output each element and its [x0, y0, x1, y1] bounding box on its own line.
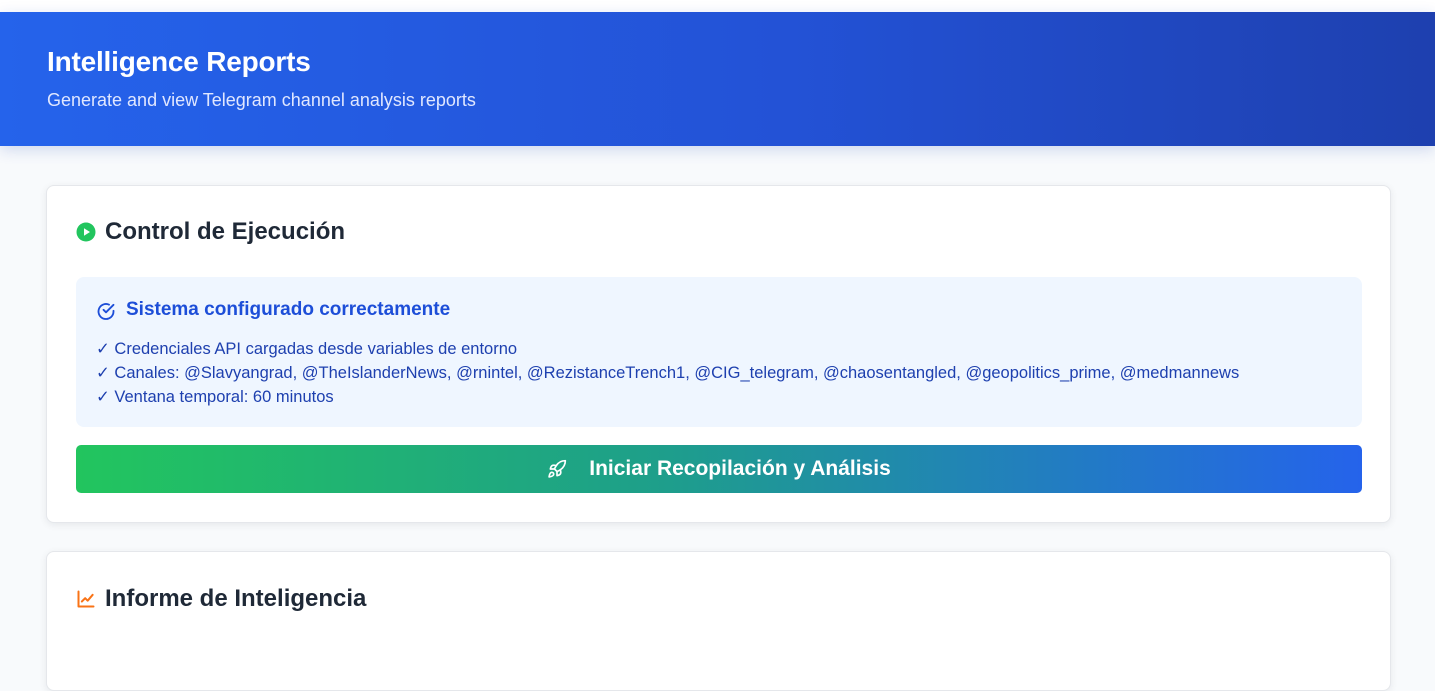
execution-control-title: Control de Ejecución: [105, 218, 346, 245]
page-title: Intelligence Reports: [47, 46, 311, 77]
execution-control-heading: Control de Ejecución: [76, 218, 345, 246]
top-strip: [0, 0, 1435, 12]
intelligence-report-card: Informe de Inteligencia: [46, 551, 1391, 691]
configuration-status-heading: Sistema configurado correctamente: [96, 297, 1362, 323]
intelligence-report-title: Informe de Inteligencia: [105, 585, 367, 612]
play-circle-icon: [76, 222, 96, 242]
intelligence-report-heading: Informe de Inteligencia: [76, 585, 366, 613]
page-subtitle: Generate and view Telegram channel analy…: [47, 90, 476, 110]
configuration-status-text: Sistema configurado correctamente: [126, 299, 451, 320]
credentials-status-line: ✓ Credenciales API cargadas desde variab…: [96, 340, 518, 358]
check-circle-icon: [96, 300, 116, 320]
execution-control-card: Control de Ejecución Sistema configurado…: [46, 185, 1391, 523]
configuration-status-box: Sistema configurado correctamente ✓ Cred…: [76, 277, 1362, 427]
time-window-status-line: ✓ Ventana temporal: 60 minutos: [96, 388, 334, 406]
start-collection-analysis-button[interactable]: Iniciar Recopilación y Análisis: [76, 445, 1362, 493]
trending-up-icon: [76, 589, 96, 609]
channels-status-line: ✓ Canales: @Slavyangrad, @TheIslanderNew…: [96, 364, 1240, 382]
configuration-details: ✓ Credenciales API cargadas desde variab…: [96, 337, 1362, 409]
rocket-icon: [547, 459, 567, 479]
page-header: Intelligence Reports Generate and view T…: [0, 12, 1435, 146]
start-button-label: Iniciar Recopilación y Análisis: [589, 457, 891, 480]
